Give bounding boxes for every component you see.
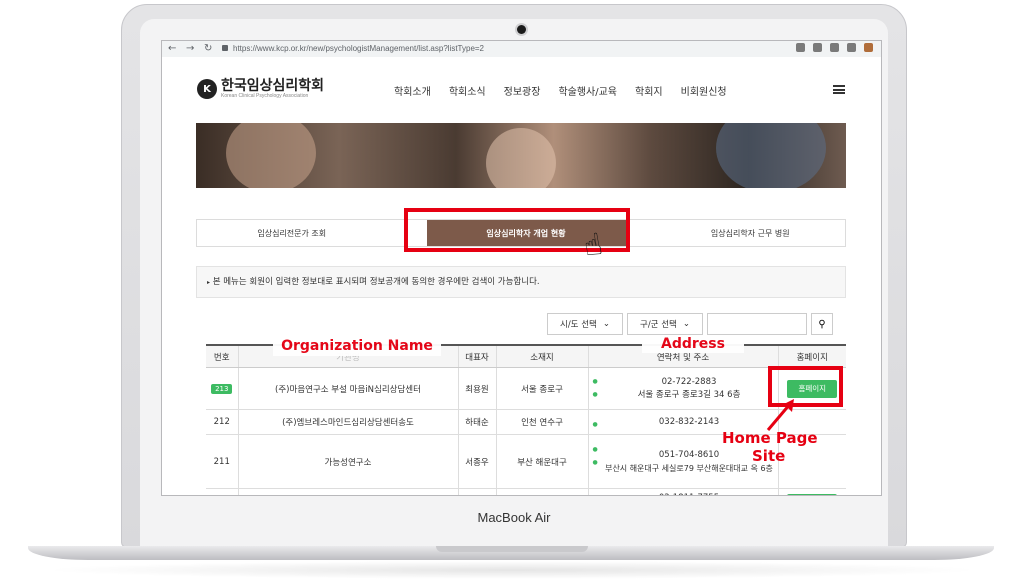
- phone: 032-832-2143: [658, 416, 720, 427]
- logo-title: 한국임상심리학회: [221, 78, 325, 94]
- device-label: MacBook Air: [477, 510, 551, 525]
- reload-icon[interactable]: ↻: [204, 42, 212, 56]
- city-select-value: 시/도 선택: [560, 320, 597, 330]
- district-select-value: 구/군 선택: [640, 320, 677, 330]
- location: 서울 종로구: [495, 367, 588, 410]
- bullet-icon: ●: [592, 421, 598, 428]
- location: [495, 488, 588, 495]
- row-number: 212: [206, 409, 238, 435]
- annotation-organization: Organization Name: [273, 336, 441, 356]
- representative: 하태순: [457, 409, 496, 435]
- phone: 02-1811-7755: [603, 492, 776, 495]
- camera-icon: [517, 25, 526, 34]
- profile-icon[interactable]: [864, 43, 873, 52]
- contact-cell: 02-1811-7755: [587, 488, 778, 495]
- org-name: (주)마음연구소 부설 마음iN심리상담센터: [237, 367, 458, 410]
- annotation-homepage: Home Page Site: [722, 429, 822, 465]
- bullet-icon: ●: [592, 459, 598, 466]
- practice-table: 번호 기관명 대표자 소재지 연락처 및 주소 홈페이지 213 (주)마음연구…: [206, 344, 846, 495]
- row-number: 211: [206, 434, 238, 489]
- tab-hospitals[interactable]: 임상심리학자 근무 병원: [656, 220, 846, 246]
- homepage-cell: [777, 488, 846, 495]
- extension-icon[interactable]: [796, 43, 805, 52]
- org-name: (주)엠브레스마인드심리상담센터송도: [237, 409, 458, 435]
- laptop-notch: [436, 546, 588, 552]
- chevron-down-icon: ⌄: [602, 319, 610, 329]
- menu-icon[interactable]: [833, 85, 845, 94]
- bullet-icon: ●: [592, 391, 598, 398]
- forward-icon[interactable]: →: [186, 42, 194, 56]
- back-icon[interactable]: ←: [168, 42, 176, 56]
- row-number-cell: 213: [206, 367, 238, 410]
- contact-cell: ● 02-722-2883 ● 서울 종로구 종로3길 34 6층: [587, 367, 778, 410]
- table-row: 213 (주)마음연구소 부설 마음iN심리상담센터 최용원 서울 종로구 ● …: [206, 367, 846, 410]
- extension-icon[interactable]: [830, 43, 839, 52]
- table-row: 02-1811-7755: [206, 488, 846, 495]
- puzzle-icon[interactable]: [847, 43, 856, 52]
- nav-item[interactable]: 정보광장: [504, 83, 541, 98]
- search-button[interactable]: ⚲: [811, 313, 833, 335]
- bullet-icon: ●: [592, 446, 598, 453]
- address-bar[interactable]: https://www.kcp.or.kr/new/psychologistMa…: [222, 43, 702, 55]
- extension-icons: [796, 43, 873, 52]
- address: 서울 종로구 종로3길 34 6층: [637, 389, 741, 400]
- extension-icon[interactable]: [813, 43, 822, 52]
- org-name: 가능성연구소: [237, 434, 458, 489]
- logo-mark-icon: K: [197, 79, 217, 99]
- representative: 서종우: [457, 434, 496, 489]
- column-header: 소재지: [495, 344, 588, 368]
- representative: 최용원: [457, 367, 496, 410]
- nav-item[interactable]: 학술행사/교육: [558, 83, 617, 98]
- lock-icon: [222, 45, 228, 51]
- nav-item[interactable]: 학회소식: [449, 83, 486, 98]
- main-nav: 학회소개 학회소식 정보광장 학술행사/교육 학회지 비회원신청: [394, 83, 727, 98]
- column-header: 번호: [206, 344, 238, 368]
- location: 부산 해운대구: [495, 434, 588, 489]
- phone: 02-722-2883: [661, 376, 717, 387]
- search-icon: ⚲: [818, 318, 826, 330]
- url-text: https://www.kcp.or.kr/new/psychologistMa…: [233, 44, 485, 53]
- notice-bullet-icon: ▸: [207, 279, 211, 286]
- notice-box: ▸ 본 메뉴는 회원이 입력한 정보대로 표시되며 정보공개에 동의한 경우에만…: [196, 266, 846, 298]
- org-name: [237, 488, 458, 495]
- nav-item[interactable]: 학회소개: [394, 83, 431, 98]
- homepage-button[interactable]: [787, 493, 838, 495]
- district-select[interactable]: 구/군 선택 ⌄: [627, 313, 703, 335]
- notice-text: 본 메뉴는 회원이 입력한 정보대로 표시되며 정보공개에 동의한 경우에만 검…: [212, 277, 540, 287]
- browser-toolbar: ← → ↻ https://www.kcp.or.kr/new/psycholo…: [162, 41, 881, 58]
- city-select[interactable]: 시/도 선택 ⌄: [547, 313, 623, 335]
- chevron-down-icon: ⌄: [682, 319, 690, 329]
- laptop-shadow: [40, 561, 984, 579]
- site-header: K 한국임상심리학회 Korean Clinical Psychology As…: [162, 57, 881, 115]
- hero-decor: [226, 123, 316, 188]
- location: 인천 연수구: [495, 409, 588, 435]
- new-badge: 213: [211, 383, 233, 394]
- site-logo[interactable]: K 한국임상심리학회 Korean Clinical Psychology As…: [197, 79, 324, 99]
- representative: [457, 488, 496, 495]
- annotation-homepage-line1: Home Page: [722, 429, 818, 447]
- annotation-homepage-line2: Site: [752, 447, 786, 465]
- column-header: 대표자: [457, 344, 496, 368]
- column-header: 홈페이지: [777, 344, 846, 368]
- row-number: [206, 488, 238, 495]
- search-filters: 시/도 선택 ⌄ 구/군 선택 ⌄ ⚲: [547, 313, 833, 335]
- nav-item[interactable]: 학회지: [635, 83, 663, 98]
- nav-item[interactable]: 비회원신청: [681, 83, 727, 98]
- hero-banner: [196, 123, 846, 188]
- hero-decor: [716, 123, 826, 188]
- tab-specialist-search[interactable]: 임상심리전문가 조회: [197, 220, 387, 246]
- hero-decor: [486, 128, 556, 188]
- bullet-icon: ●: [592, 378, 598, 385]
- search-input[interactable]: [707, 313, 807, 335]
- annotation-address: Address: [642, 335, 744, 353]
